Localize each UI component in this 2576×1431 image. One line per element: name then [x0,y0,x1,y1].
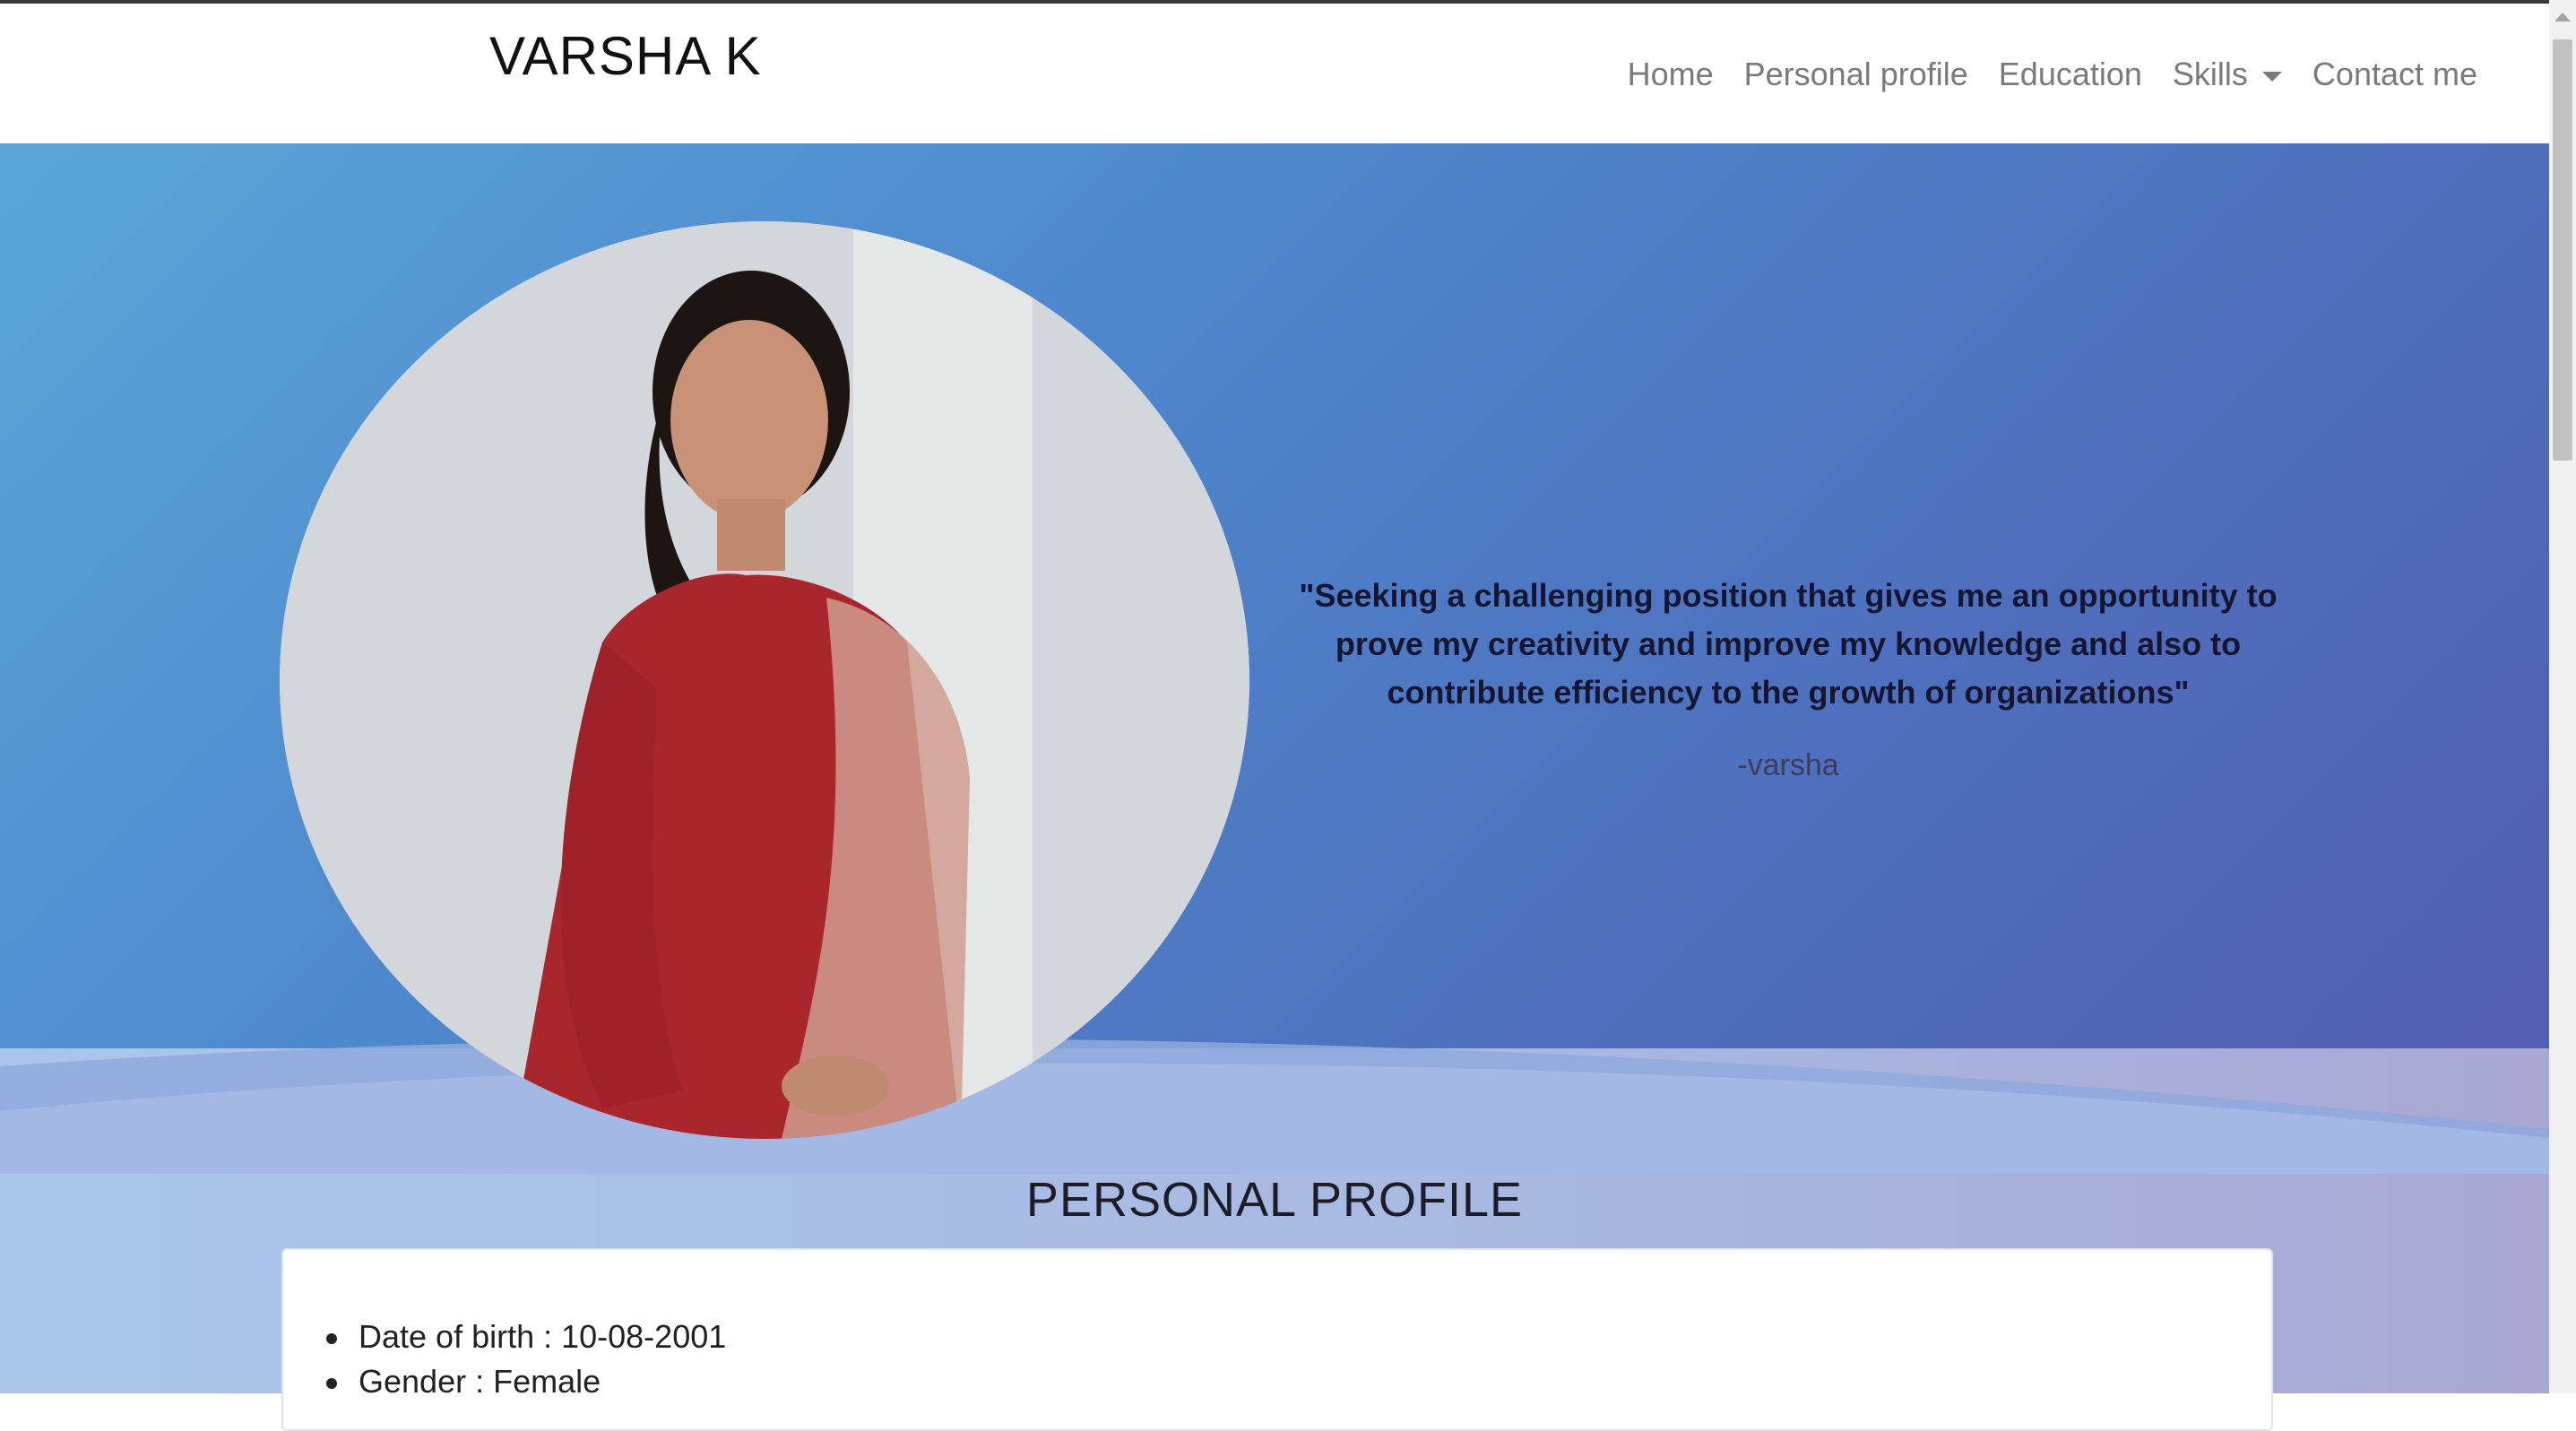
profile-gender: Gender : Female [325,1359,726,1404]
scrollbar-thumb[interactable] [2553,39,2572,461]
brand-title[interactable]: VARSHA K [489,25,762,87]
hero-quote: "Seeking a challenging position that giv… [1299,577,2278,711]
personal-profile-heading: PERSONAL PROFILE [1025,1173,1524,1227]
personal-profile-card: Date of birth : 10-08-2001 Gender : Fema… [281,1248,2273,1431]
nav-education[interactable]: Education [1999,56,2142,93]
nav-contact[interactable]: Contact me [2312,56,2477,93]
caret-down-icon [2261,71,2282,82]
nav-personal-profile[interactable]: Personal profile [1744,56,1968,93]
navbar: VARSHA K Home Personal profile Education… [0,4,2549,143]
profile-photo [280,221,1249,1139]
nav-skills-dropdown[interactable]: Skills [2173,56,2282,93]
nav-skills-label: Skills [2172,56,2248,92]
scroll-up-arrow-icon[interactable] [2554,13,2571,22]
vertical-scrollbar[interactable] [2549,0,2576,1393]
profile-list: Date of birth : 10-08-2001 Gender : Fema… [325,1315,726,1404]
hero-quote-author: -varsha [1737,748,1839,782]
nav-home[interactable]: Home [1628,56,1714,93]
profile-dob: Date of birth : 10-08-2001 [325,1315,726,1359]
nav-links: Home Personal profile Education Skills C… [1628,56,2477,93]
